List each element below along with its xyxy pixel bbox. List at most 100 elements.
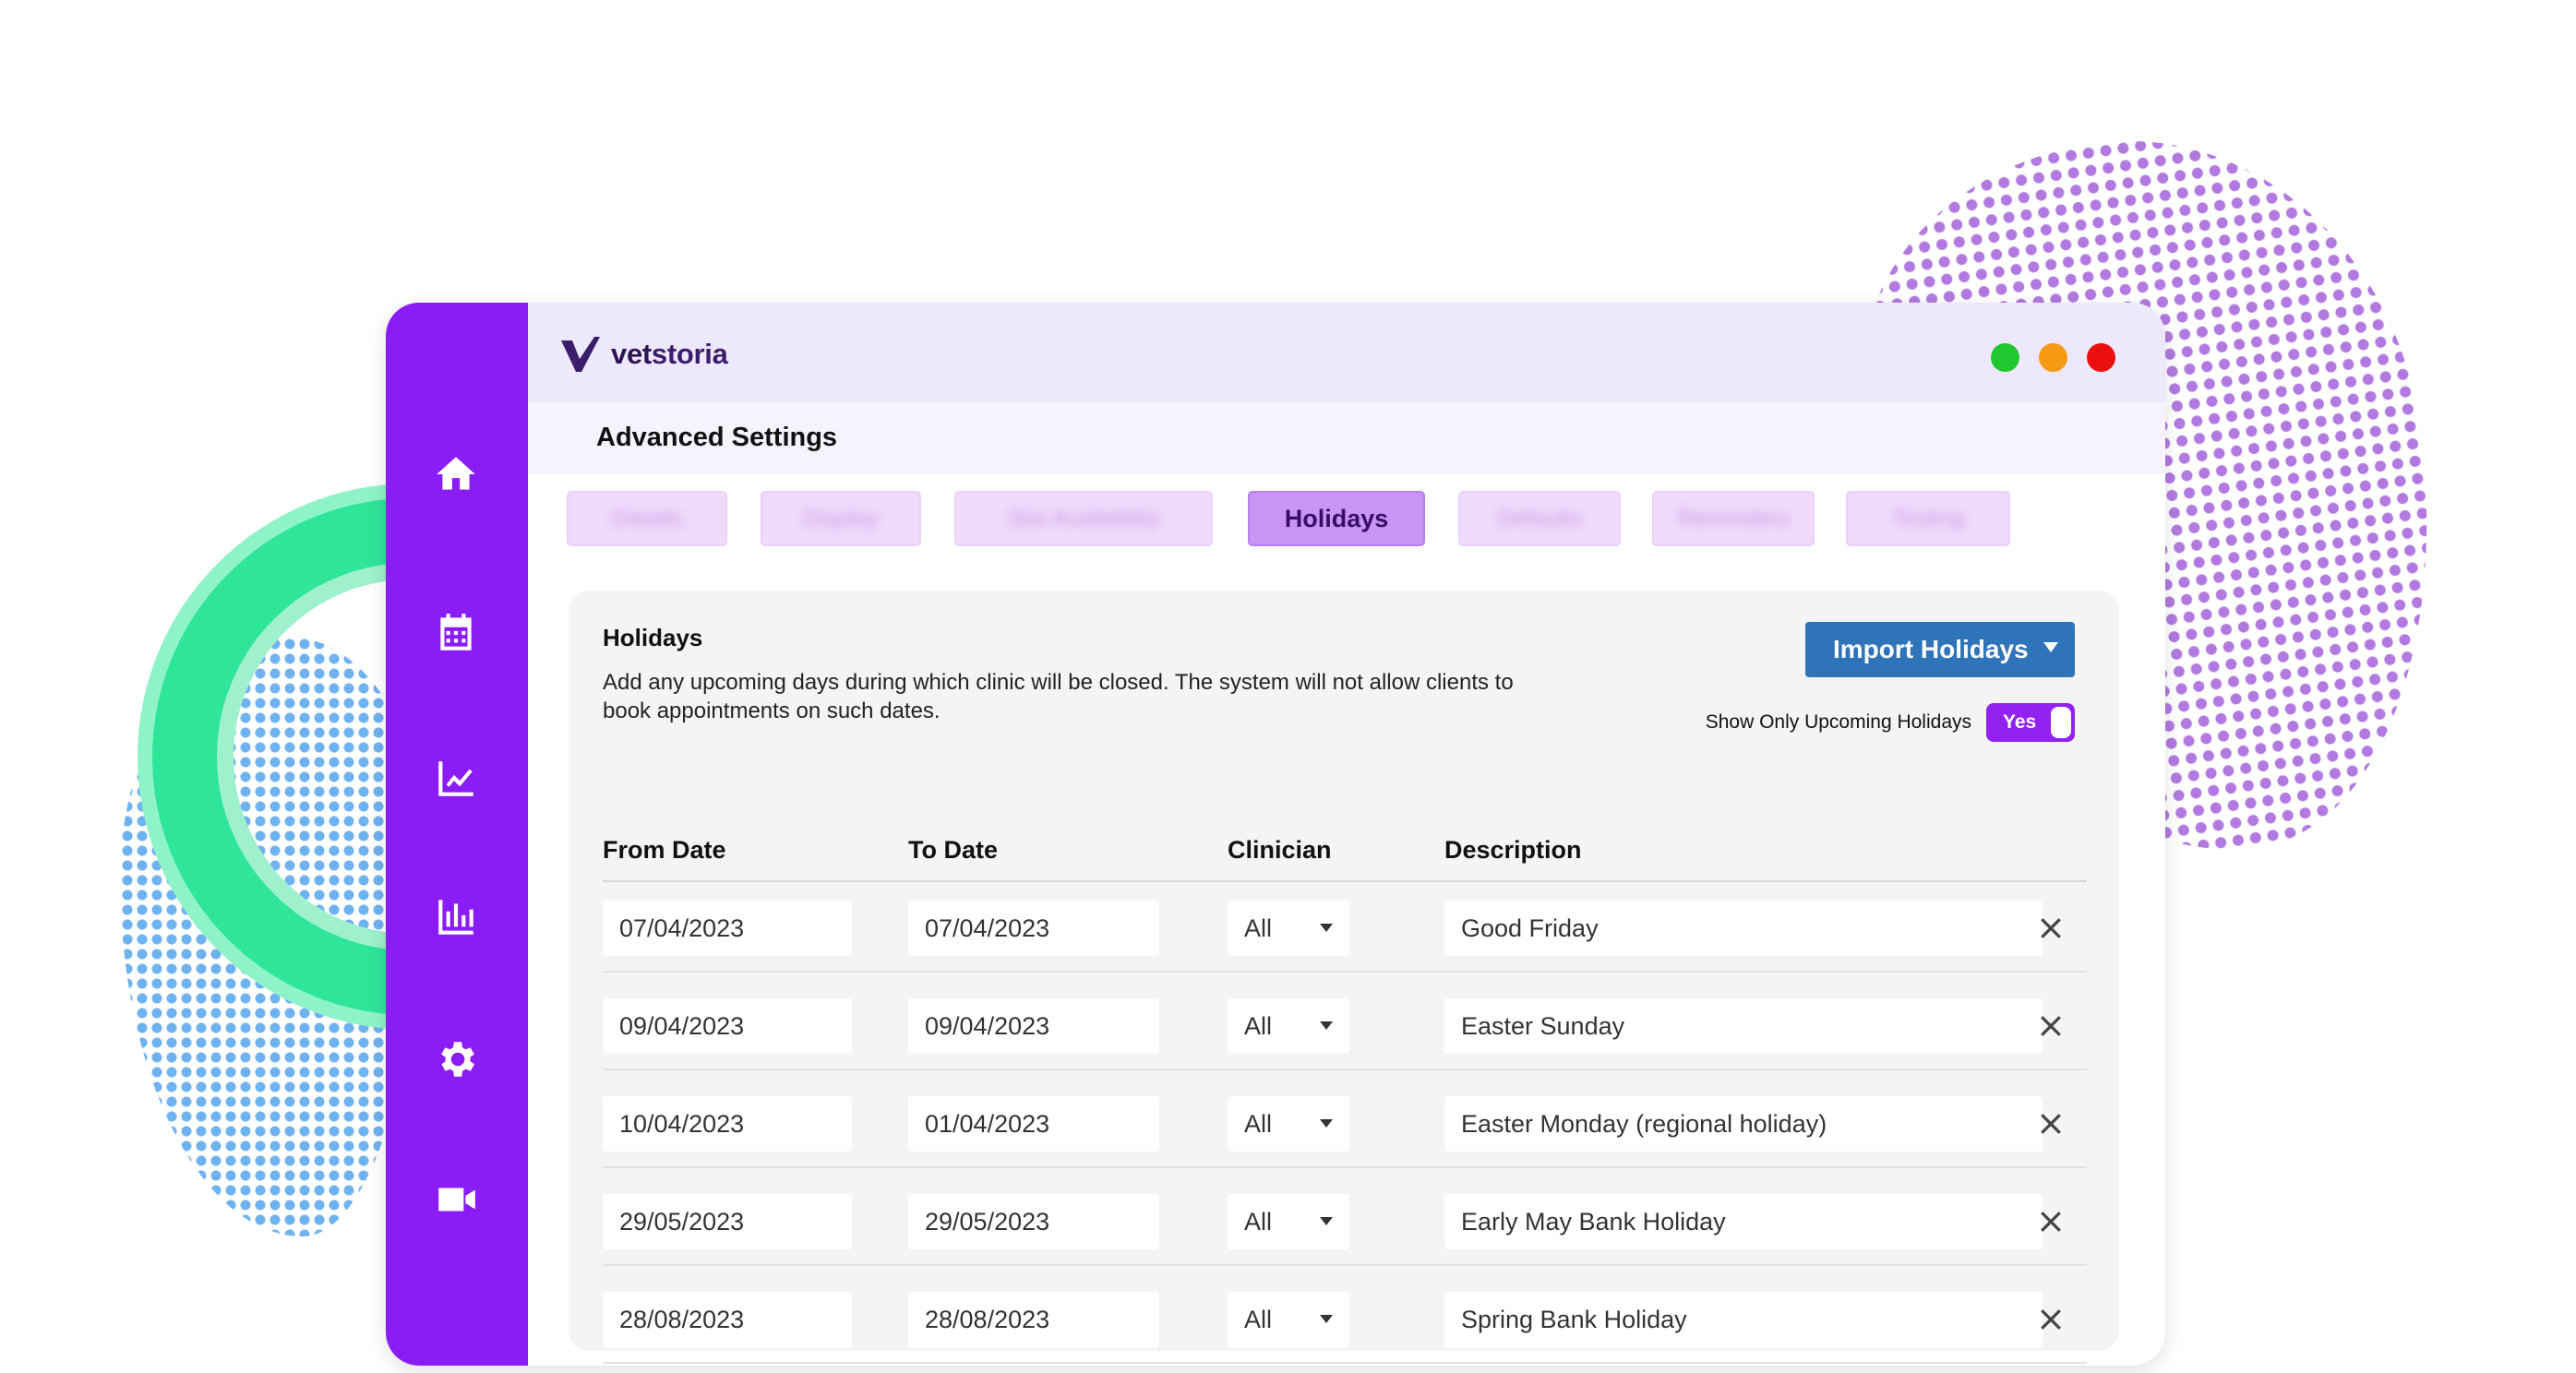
upcoming-toggle[interactable]: Yes — [1986, 703, 2075, 742]
from-date-input[interactable]: 29/05/2023 — [603, 1194, 852, 1249]
from-date-value: 07/04/2023 — [619, 913, 745, 942]
clinician-select[interactable]: All — [1228, 1292, 1349, 1347]
description-input[interactable]: Spring Bank Holiday — [1444, 1292, 2043, 1347]
row-divider — [603, 1264, 2087, 1266]
logo-mark-icon — [561, 337, 600, 372]
gear-icon[interactable] — [430, 1033, 482, 1085]
to-date-input[interactable]: 09/04/2023 — [908, 998, 1159, 1054]
import-holidays-button[interactable]: Import Holidays — [1805, 622, 2075, 677]
brand-post: storia — [651, 338, 728, 370]
description-input[interactable]: Early May Bank Holiday — [1444, 1194, 2043, 1249]
page-header: Advanced Settings — [528, 402, 2165, 474]
row-divider — [603, 971, 2087, 973]
description-value: Early May Bank Holiday — [1461, 1207, 1726, 1236]
top-bar: vetstoria — [528, 303, 2165, 402]
to-date-value: 07/04/2023 — [925, 913, 1050, 942]
row-divider — [603, 1166, 2087, 1168]
clinician-value: All — [1244, 1305, 1273, 1333]
header-divider — [603, 880, 2087, 882]
description-value: Easter Monday (regional holiday) — [1461, 1109, 1827, 1138]
select-caret-icon — [1320, 1217, 1333, 1225]
description-input[interactable]: Easter Sunday — [1444, 998, 2043, 1054]
calendar-icon[interactable] — [430, 607, 482, 659]
close-icon — [2041, 918, 2061, 938]
tab-holidays[interactable]: Holidays — [1248, 491, 1425, 546]
column-header-clinician: Clinician — [1228, 836, 1332, 864]
page-title: Advanced Settings — [596, 423, 838, 452]
tab-defaults[interactable]: Defaults — [1458, 491, 1621, 546]
select-caret-icon — [1320, 1021, 1333, 1030]
close-icon — [2041, 1114, 2061, 1134]
sidebar — [386, 303, 528, 1366]
table-row: 09/04/2023 09/04/2023 All Easter Sunday — [569, 982, 2119, 1070]
delete-row-button[interactable] — [2034, 912, 2067, 945]
row-divider — [603, 1362, 2087, 1364]
description-value: Good Friday — [1461, 913, 1599, 942]
from-date-value: 09/04/2023 — [619, 1011, 745, 1040]
select-caret-icon — [1320, 924, 1333, 932]
import-holidays-label: Import Holidays — [1833, 635, 2029, 663]
home-icon[interactable] — [430, 448, 482, 500]
description-input[interactable]: Easter Monday (regional holiday) — [1444, 1096, 2043, 1152]
delete-row-button[interactable] — [2034, 1009, 2067, 1043]
window-control-orange[interactable] — [2039, 343, 2067, 372]
description-input[interactable]: Good Friday — [1444, 901, 2043, 956]
description-value: Easter Sunday — [1461, 1011, 1625, 1040]
column-header-to: To Date — [908, 836, 999, 864]
column-header-description: Description — [1444, 836, 1582, 864]
clinician-select[interactable]: All — [1228, 1096, 1349, 1152]
from-date-input[interactable]: 10/04/2023 — [603, 1096, 852, 1152]
from-date-input[interactable]: 28/08/2023 — [603, 1292, 852, 1347]
clinician-value: All — [1244, 913, 1273, 942]
table-row: 10/04/2023 01/04/2023 All Easter Monday … — [569, 1080, 2119, 1168]
to-date-input[interactable]: 29/05/2023 — [908, 1194, 1159, 1249]
holidays-panel: Holidays Add any upcoming days during wh… — [569, 591, 2119, 1364]
upcoming-label: Show Only Upcoming Holidays — [1705, 711, 1971, 733]
to-date-input[interactable]: 28/08/2023 — [908, 1292, 1159, 1347]
analytics-icon[interactable] — [430, 753, 482, 805]
to-date-value: 28/08/2023 — [925, 1305, 1050, 1333]
to-date-value: 29/05/2023 — [925, 1207, 1050, 1236]
tab-slot-availability[interactable]: Slot Availability — [954, 491, 1213, 546]
brand-pre: vet — [611, 338, 652, 370]
delete-row-button[interactable] — [2034, 1303, 2067, 1336]
tab-details[interactable]: Details — [567, 491, 727, 546]
toggle-text: Yes — [2003, 711, 2037, 733]
section-title: Holidays — [603, 624, 703, 651]
from-date-input[interactable]: 09/04/2023 — [603, 998, 852, 1054]
tab-testing[interactable]: Testing — [1846, 491, 2010, 546]
close-icon — [2041, 1309, 2061, 1330]
window-control-red[interactable] — [2087, 343, 2115, 372]
from-date-value: 28/08/2023 — [619, 1305, 745, 1333]
video-icon[interactable] — [430, 1174, 482, 1225]
from-date-value: 29/05/2023 — [619, 1207, 745, 1236]
select-caret-icon — [1320, 1315, 1333, 1323]
window-control-green[interactable] — [1991, 343, 2019, 372]
select-caret-icon — [1320, 1119, 1333, 1128]
clinician-select[interactable]: All — [1228, 901, 1349, 956]
upcoming-filter: Show Only Upcoming Holidays Yes — [1706, 703, 2075, 742]
description-value: Spring Bank Holiday — [1461, 1305, 1687, 1333]
bar-chart-icon[interactable] — [430, 891, 482, 943]
clinician-select[interactable]: All — [1228, 998, 1349, 1054]
app-window: vetstoria Advanced Settings Details Disp… — [386, 303, 2165, 1366]
to-date-input[interactable]: 01/04/2023 — [908, 1096, 1159, 1152]
delete-row-button[interactable] — [2034, 1205, 2067, 1238]
close-icon — [2041, 1212, 2061, 1232]
column-header-from: From Date — [603, 836, 726, 864]
clinician-select[interactable]: All — [1228, 1194, 1349, 1249]
tab-reminders[interactable]: Reminders — [1652, 491, 1815, 546]
tab-display[interactable]: Display — [761, 491, 921, 546]
toggle-knob — [2051, 707, 2071, 738]
from-date-input[interactable]: 07/04/2023 — [603, 901, 852, 956]
section-description: Add any upcoming days during which clini… — [603, 670, 1514, 723]
clinician-value: All — [1244, 1207, 1273, 1236]
delete-row-button[interactable] — [2034, 1107, 2067, 1140]
to-date-input[interactable]: 07/04/2023 — [908, 901, 1159, 956]
from-date-value: 10/04/2023 — [619, 1109, 745, 1138]
row-divider — [603, 1069, 2087, 1070]
to-date-value: 09/04/2023 — [925, 1011, 1050, 1040]
table-row: 29/05/2023 29/05/2023 All Early May Bank… — [569, 1177, 2119, 1266]
dropdown-caret-icon — [2043, 642, 2058, 652]
vetstoria-logo: vetstoria — [559, 334, 728, 375]
